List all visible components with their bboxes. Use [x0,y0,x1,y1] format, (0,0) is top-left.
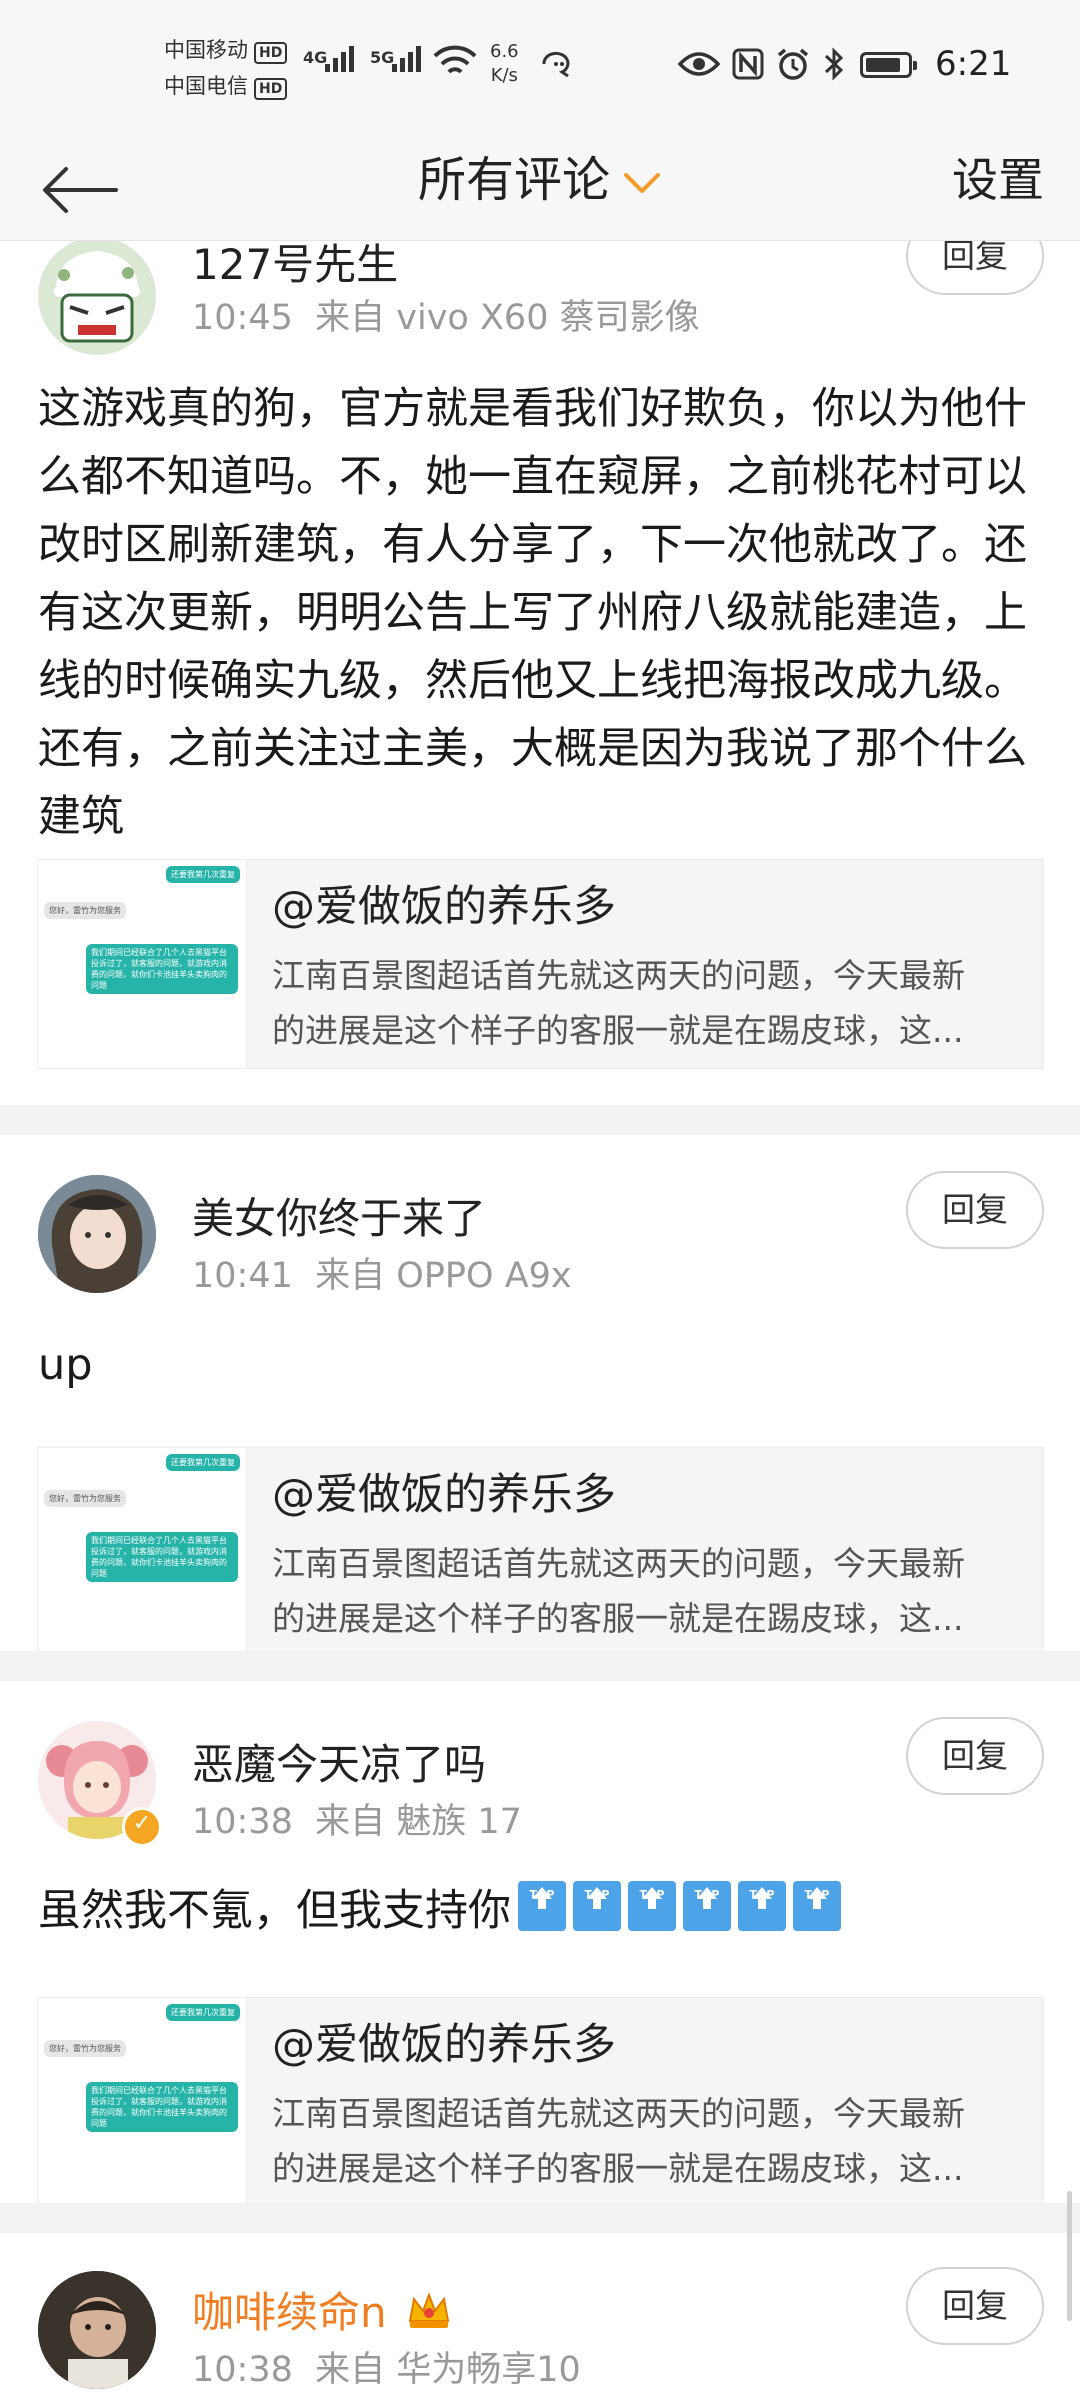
divider [0,1105,1080,1135]
page-title: 所有评论 [417,152,610,208]
avatar[interactable] [38,1175,156,1293]
battery-icon [860,52,917,78]
card-title: @爱做饭的养乐多 [272,2020,616,2070]
comment-meta: 10:38 来自 魅族 17 [192,1802,522,1842]
hotspot-icon [542,51,570,78]
carrier-2: 中国电信 HD [164,70,288,100]
status-bar: 中国移动 HD 中国电信 HD 4G 5G 6.6 K/s 6:21 [0,0,1080,135]
eye-icon [678,52,720,76]
verified-badge-icon [122,1807,162,1847]
card-description: 江南百景图超话首先就这两天的问题，今天最新 的进展是这个样子的客服一就是在踢皮球… [272,1544,965,1638]
quoted-post-card[interactable]: 还要我第几次重复 您好，雷竹为您服务 我们期间已经联合了几个人去黑猫平台投诉过了… [37,859,1044,1069]
top-emoji-icon: TOP [683,1881,731,1931]
divider [0,1651,1080,1681]
vip-crown-icon [408,2292,450,2328]
post-thumbnail: 还要我第几次重复 您好，雷竹为您服务 我们期间已经联合了几个人去黑猫平台投诉过了… [38,860,247,1068]
top-emoji-icon: TOP [738,1881,786,1931]
status-time: 6:21 [935,44,1012,84]
username[interactable]: 美女你终于来了 [192,1185,486,1246]
signal-icon-2 [392,46,421,72]
reply-button[interactable]: 回复 [906,241,1044,295]
quoted-post-card[interactable]: 还要我第几次重复 您好，雷竹为您服务 我们期间已经联合了几个人去黑猫平台投诉过了… [37,1447,1044,1657]
username[interactable]: 127号先生 [192,241,398,292]
settings-button[interactable]: 设置 [952,145,1044,215]
chevron-down-icon [624,173,660,193]
comment-meta: 10:38 来自 华为畅享10 [192,2350,581,2390]
nfc-icon [732,48,764,80]
avatar[interactable] [38,241,156,355]
comment-text: 虽然我不氪，但我支持你 TOP TOP TOP TOP TOP TOP [38,1877,1048,1945]
bluetooth-icon [824,47,844,81]
post-thumbnail: 还要我第几次重复 您好，雷竹为您服务 我们期间已经联合了几个人去黑猫平台投诉过了… [38,1448,247,1656]
comment-text: up [38,1340,93,1390]
reply-button[interactable]: 回复 [906,1717,1044,1795]
comment-text: 这游戏真的狗，官方就是看我们好欺负，你以为他什么都不知道吗。不，她一直在窥屏，之… [38,384,1027,842]
card-description: 江南百景图超话首先就这两天的问题，今天最新 的进展是这个样子的客服一就是在踢皮球… [272,2094,965,2188]
alarm-icon [777,48,809,80]
post-thumbnail: 还要我第几次重复 您好，雷竹为您服务 我们期间已经联合了几个人去黑猫平台投诉过了… [38,1998,247,2206]
top-emoji-icon: TOP [573,1881,621,1931]
username[interactable]: 恶魔今天凉了吗 [192,1731,486,1792]
top-emoji-group: TOP TOP TOP TOP TOP TOP [511,1881,841,1936]
card-description: 江南百景图超话首先就这两天的问题，今天最新 的进展是这个样子的客服一就是在踢皮球… [272,956,965,1050]
net-speed: 6.6 K/s [490,41,519,86]
comment-meta: 10:45 来自 vivo X60 蔡司影像 [192,298,700,338]
reply-button[interactable]: 回复 [906,1171,1044,1249]
avatar[interactable] [38,2271,156,2389]
comment-feed[interactable]: 127号先生 10:45 来自 vivo X60 蔡司影像 回复 这游戏真的狗，… [0,241,1080,2400]
reply-button[interactable]: 回复 [906,2267,1044,2345]
comment-meta: 10:41 来自 OPPO A9x [192,1256,572,1296]
scrollbar[interactable] [1067,2191,1072,2321]
top-emoji-icon: TOP [793,1881,841,1931]
comment-filter-dropdown[interactable]: 所有评论 [0,145,1080,215]
carrier-1: 中国移动 HD [164,34,288,64]
card-title: @爱做饭的养乐多 [272,1470,616,1520]
top-emoji-icon: TOP [628,1881,676,1931]
wifi-icon [433,45,477,74]
net-type-2: 5G [370,48,395,67]
card-title: @爱做饭的养乐多 [272,882,616,932]
top-emoji-icon: TOP [518,1881,566,1931]
signal-icon [325,46,354,72]
nav-bar: 所有评论 设置 [0,135,1080,241]
net-type-1: 4G [303,48,328,67]
username[interactable]: 咖啡续命n [192,2279,452,2340]
divider [0,2203,1080,2233]
quoted-post-card[interactable]: 还要我第几次重复 您好，雷竹为您服务 我们期间已经联合了几个人去黑猫平台投诉过了… [37,1997,1044,2207]
